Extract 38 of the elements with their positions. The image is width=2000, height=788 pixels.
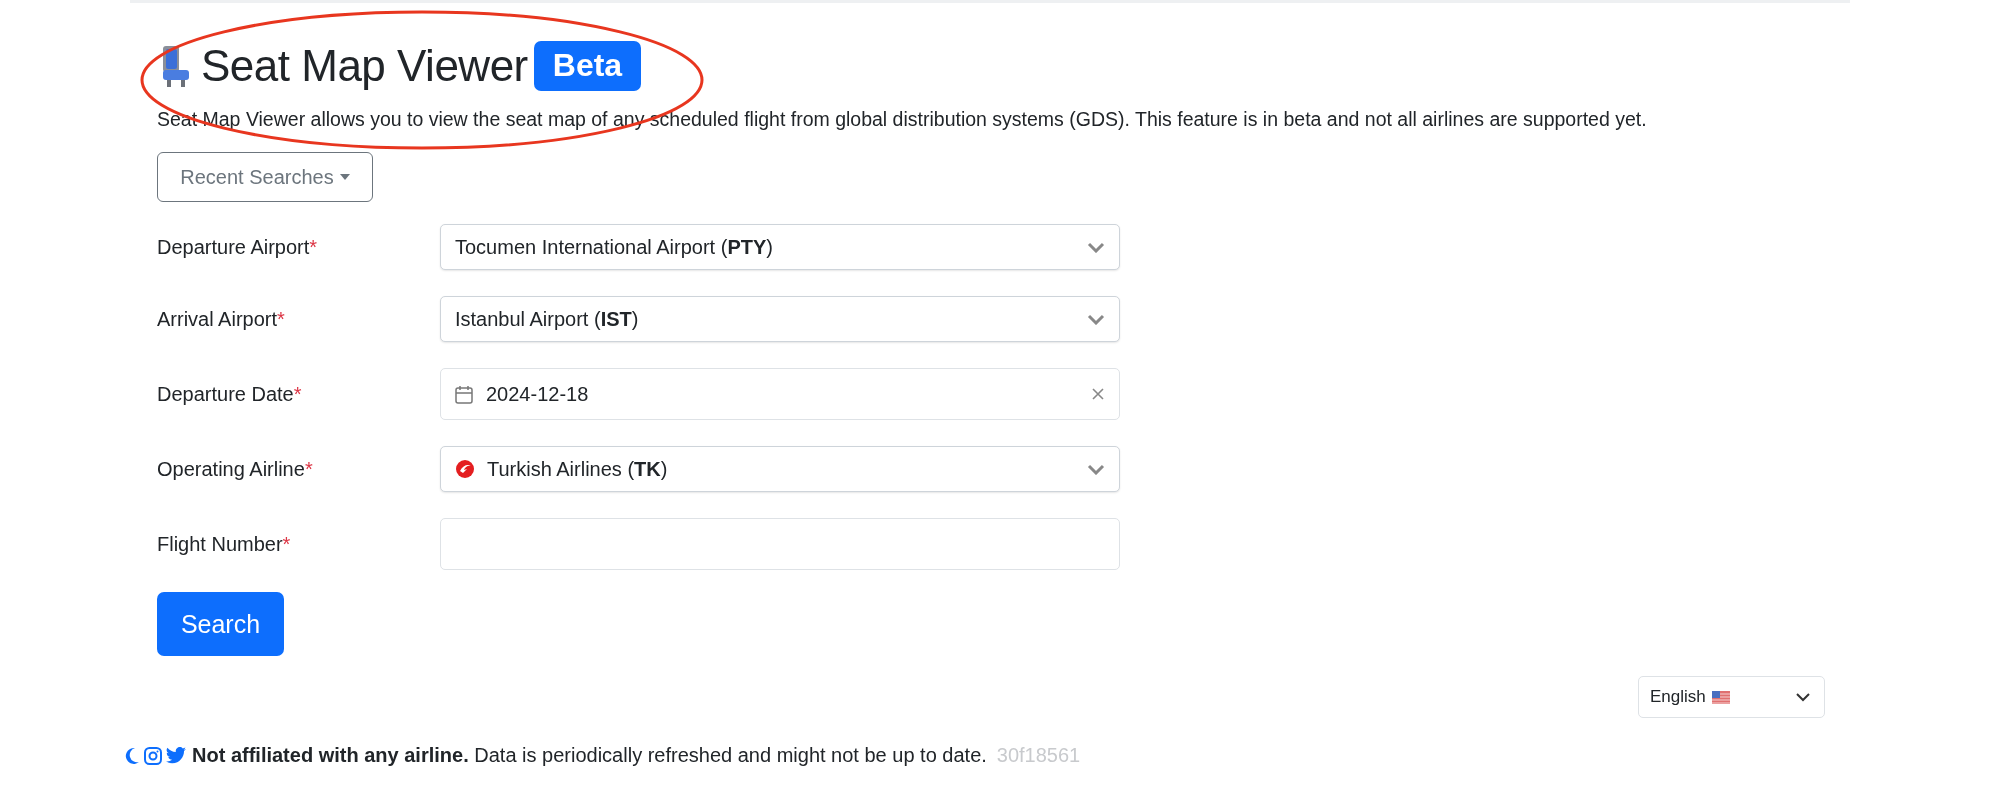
chevron-down-icon [1087,463,1105,475]
select-value: Tocumen International Airport (PTY) [455,235,774,259]
beta-badge: Beta [533,41,642,91]
chevron-down-icon [1796,692,1810,702]
caret-icon [339,174,350,180]
field-label: Departure Airport [157,235,310,258]
airline-select[interactable]: Turkish Airlines (TK) [440,446,1120,492]
date-value: 2024-12-18 [486,382,590,406]
field-label: Operating Airline [157,457,305,480]
disclaimer-text: Not affiliated with any airline. Data is periodically refreshed and might not be up to date. [192,744,987,767]
select-value: Istanbul Airport (IST) [455,307,640,331]
airline-logo-icon [455,459,475,479]
language-value: English [1650,687,1706,707]
chevron-down-icon [1087,313,1105,325]
required-mark: * [293,382,302,405]
airport-select[interactable]: Tocumen International Airport (PTY) [440,224,1120,270]
calendar-icon [455,384,473,404]
select-value: Turkish Airlines (TK) [487,457,669,481]
moon-icon[interactable] [124,746,140,765]
field-label: Departure Date [157,382,294,405]
required-mark: * [282,532,291,555]
instagram-icon[interactable] [144,746,162,765]
language-select[interactable]: English [1638,676,1825,718]
search-button[interactable]: Search [157,592,284,656]
airport-select[interactable]: Istanbul Airport (IST) [440,296,1120,342]
twitter-icon[interactable] [166,747,186,764]
field-label: Arrival Airport [157,307,278,330]
recent-searches-dropdown[interactable]: Recent Searches [157,152,373,202]
date-field[interactable]: 2024-12-18 [440,368,1120,420]
required-mark: * [304,457,313,480]
close-icon[interactable] [1091,387,1105,401]
required-mark: * [277,307,285,330]
page-title: Seat Map Viewer [201,41,528,91]
chevron-down-icon [1087,241,1105,253]
required-mark: * [309,235,318,258]
flag-icon [1711,690,1730,704]
input-field[interactable] [440,518,1120,570]
field-label: Flight Number [157,532,283,555]
